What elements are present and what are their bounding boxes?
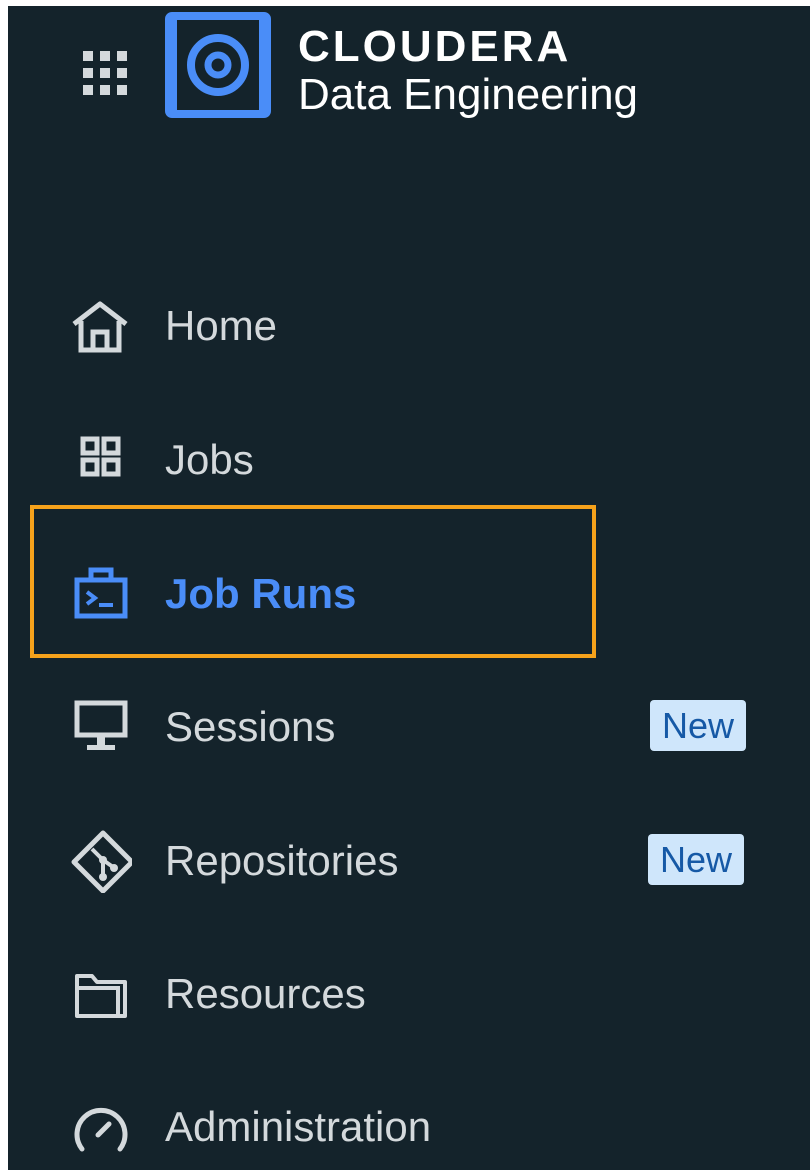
new-badge: New xyxy=(650,700,747,751)
monitor-icon xyxy=(68,695,132,759)
git-diamond-icon xyxy=(68,829,135,894)
cloudera-logo-icon[interactable] xyxy=(165,12,271,118)
nav-item-administration[interactable]: Administration xyxy=(8,1049,810,1170)
nav-label-jobs: Jobs xyxy=(165,436,254,483)
home-icon xyxy=(68,294,132,358)
new-badge: New xyxy=(648,834,745,885)
nav-label-administration: Administration xyxy=(165,1103,432,1150)
sidebar: CLOUDERA Data Engineering Home Jobs Job … xyxy=(8,6,810,1170)
nav-item-resources[interactable]: Resources xyxy=(8,916,810,1050)
active-item-highlight xyxy=(30,505,596,658)
nav-label-home: Home xyxy=(165,302,278,349)
nav-item-jobs[interactable]: Jobs xyxy=(8,382,810,516)
nav-item-home[interactable]: Home xyxy=(8,248,810,382)
nav-label-repositories: Repositories xyxy=(165,837,399,884)
brand-name: CLOUDERA xyxy=(298,22,572,71)
grid-icon xyxy=(68,428,132,492)
nav-label-resources: Resources xyxy=(165,970,366,1017)
grid-apps-icon[interactable] xyxy=(81,49,129,97)
nav-label-sessions: Sessions xyxy=(165,703,336,750)
gauge-icon xyxy=(68,1095,132,1159)
folder-icon xyxy=(68,962,132,1026)
nav-item-repositories[interactable]: Repositories New xyxy=(8,783,810,917)
product-name: Data Engineering xyxy=(298,70,639,119)
nav-item-sessions[interactable]: Sessions New xyxy=(8,649,810,783)
